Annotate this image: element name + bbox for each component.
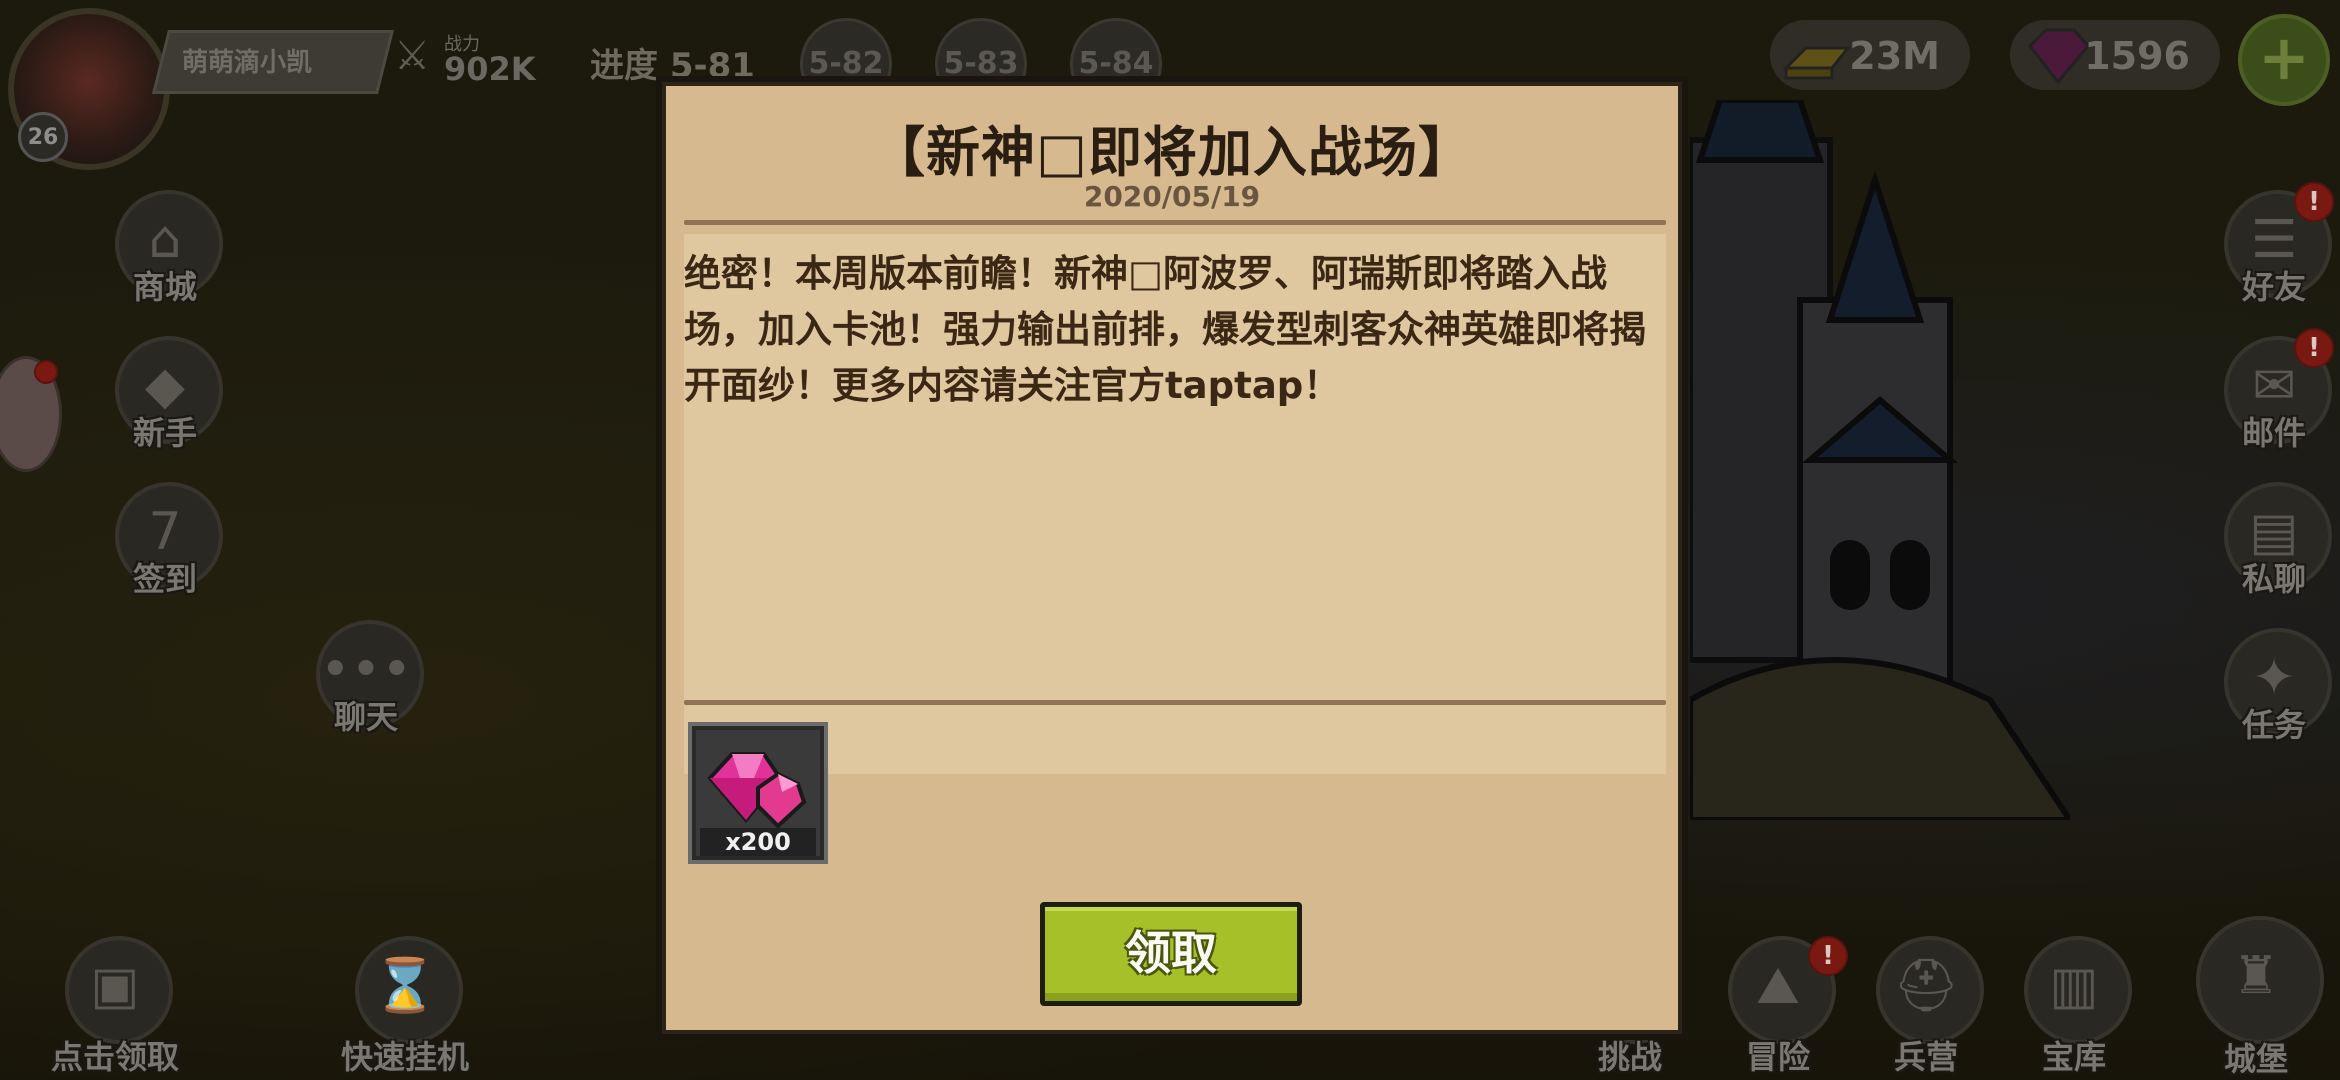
sidebar-item-shop[interactable]: ⌂ 商城 [105, 190, 225, 310]
sidebar-item-private-chat[interactable]: ▤ 私聊 [2214, 482, 2334, 602]
friends-alert-badge: ! [2294, 182, 2334, 222]
crossed-swords-icon: ⚔ [394, 33, 430, 79]
bottom-quick-idle[interactable]: ⌛ 快速挂机 [340, 936, 470, 1076]
gem-value: 1596 [2084, 34, 2190, 78]
content-divider [684, 700, 1666, 705]
combat-power-value: 902K [444, 50, 536, 88]
bottom-tab-barracks[interactable]: ⛑ 兵营 [1866, 936, 1986, 1076]
hourglass-icon: ⌛ [372, 956, 438, 1016]
title-divider [684, 220, 1666, 225]
player-name: 萌萌滴小凯 [182, 48, 313, 78]
bottom-tab-castle[interactable]: ♜ 城堡 [2196, 916, 2324, 1078]
gold-value: 23M [1849, 34, 1940, 78]
gold-bar-icon [1782, 46, 1852, 80]
claim-button[interactable]: 领取 [1040, 902, 1302, 1006]
adventure-alert-badge: ! [1808, 936, 1848, 976]
vault-icon: ▥ [2049, 956, 2099, 1016]
sidebar-item-chat[interactable]: ••• 聊天 [306, 620, 426, 740]
add-currency-button[interactable]: + [2238, 14, 2330, 106]
player-level-badge: 26 [18, 112, 68, 162]
dialog-body-text: 绝密！本周版本前瞻！新神□阿波罗、阿瑞斯即将踏入战场，加入卡池！强力输出前排，爆… [684, 252, 1646, 407]
sidebar-item-beginner[interactable]: ◆ 新手 [105, 336, 225, 456]
reward-item-slot[interactable]: x200 [688, 722, 828, 864]
notification-dot [34, 360, 58, 384]
bottom-claim-chest[interactable]: ▣ 点击领取 [50, 936, 180, 1076]
combat-power: ⚔ 战力 902K [388, 28, 558, 88]
sidebar-item-checkin[interactable]: 7 签到 [105, 482, 225, 602]
dialog-title: 【新神□即将加入战场】 [870, 121, 1474, 184]
bottom-tab-vault[interactable]: ▥ 宝库 [2014, 936, 2134, 1076]
helmet-icon: ⛑ [1892, 956, 1959, 1016]
gem-counter: 1596 [2010, 20, 2220, 90]
gold-counter: 23M [1770, 20, 1970, 90]
stage-progress: 进度 5-81 [590, 46, 755, 86]
reward-count: x200 [700, 828, 816, 856]
mail-alert-badge: ! [2294, 328, 2334, 368]
sidebar-item-quest[interactable]: ✦ 任务 [2214, 628, 2334, 748]
gem-icon [707, 752, 807, 829]
castle-icon: ♜ [2232, 946, 2280, 1006]
dialog-date: 2020/05/19 [1083, 180, 1261, 213]
announcement-dialog: 【新神□即将加入战场】 2020/05/19 绝密！本周版本前瞻！新神□阿波罗、… [662, 82, 1682, 1034]
treasure-chest-icon: ▣ [90, 956, 140, 1016]
